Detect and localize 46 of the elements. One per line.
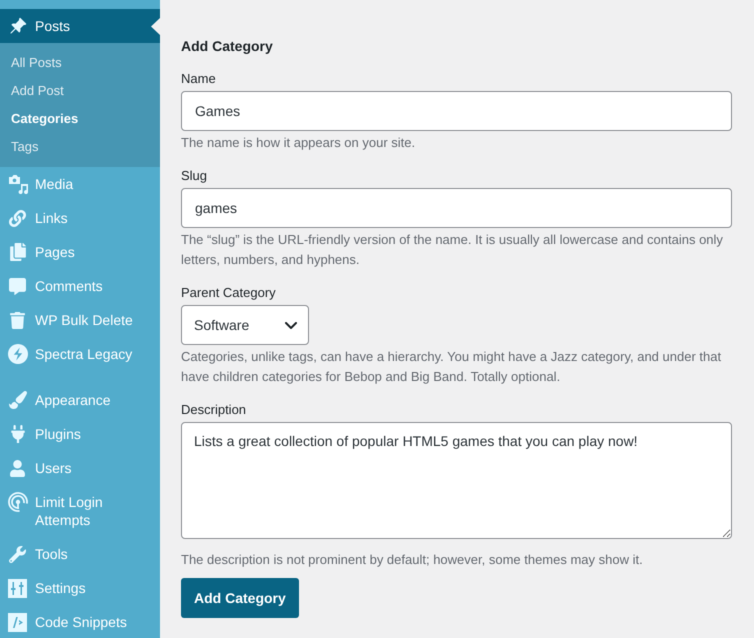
field-label: Name: [181, 70, 217, 88]
sidebar-menu-item[interactable]: Posts: [0, 9, 160, 43]
field-label: Description: [181, 401, 248, 419]
text-input[interactable]: Games: [181, 91, 732, 131]
help-text: Categories, unlike tags, can have a hierarchy. You might have a Jazz category, and under that have children categories for Bebop and Big Band. Totally optional.: [181, 348, 722, 386]
sidebar-menu-item[interactable]: Plugins: [0, 417, 160, 451]
help-text: The “slug” is the URL-friendly version of the name. It is usually all lowercase and contains only letters, numbers, and hyphens.: [181, 231, 724, 269]
plug-icon: [8, 425, 26, 443]
paintbrush-icon: [8, 391, 26, 409]
sidebar-menu-item[interactable]: Spectra Legacy: [0, 337, 160, 371]
submit-button[interactable]: Add Category: [181, 578, 299, 618]
help-text: The name is how it appears on your site.: [181, 134, 416, 152]
concentric-rings-icon: [8, 492, 28, 512]
form-title: Add Category: [181, 37, 274, 56]
chevron-down-icon: [285, 322, 297, 328]
dropdown-select[interactable]: Software: [181, 305, 309, 345]
documents-icon: [8, 243, 26, 261]
camera-and-note-icon: [8, 174, 28, 194]
sidebar-menu-item[interactable]: Comments: [0, 269, 160, 303]
sidebar-menu-item[interactable]: Pages: [0, 235, 160, 269]
pin-icon: [8, 17, 26, 35]
speech-bubble-icon: [9, 278, 26, 294]
text-area[interactable]: Lists a great collection of popular HTML5 games that you can play now!: [181, 422, 732, 539]
sidebar-menu-item[interactable]: Limit Login Attempts: [0, 485, 160, 537]
sidebar-menu-item[interactable]: Media: [0, 167, 160, 201]
sidebar-menu-item[interactable]: Users: [0, 451, 160, 485]
sidebar-menu-item[interactable]: Tools: [0, 537, 160, 571]
sidebar-menu-item[interactable]: Links: [0, 201, 160, 235]
field-label: Slug: [181, 167, 208, 185]
link-icon: [9, 210, 26, 226]
code-icon: [8, 612, 27, 632]
sidebar-menu-item[interactable]: Code Snippets: [0, 605, 160, 638]
help-text: The description is not prominent by default; however, some themes may show it.: [181, 551, 644, 569]
submenu-item[interactable]: Categories: [0, 105, 160, 133]
trash-icon: [9, 312, 26, 328]
sliders-icon: [8, 578, 27, 598]
submenu-item[interactable]: Tags: [0, 133, 160, 161]
sidebar-menu-item[interactable]: WP Bulk Delete: [0, 303, 160, 337]
sidebar-menu-item[interactable]: Settings: [0, 571, 160, 605]
submenu-item[interactable]: All Posts: [0, 49, 160, 77]
user-icon: [9, 460, 26, 476]
field-label: Parent Category: [181, 284, 277, 302]
wrench-icon: [9, 546, 26, 562]
submenu-item[interactable]: Add Post: [0, 77, 160, 105]
sidebar-menu-item[interactable]: Appearance: [0, 383, 160, 417]
text-input[interactable]: games: [181, 188, 732, 228]
